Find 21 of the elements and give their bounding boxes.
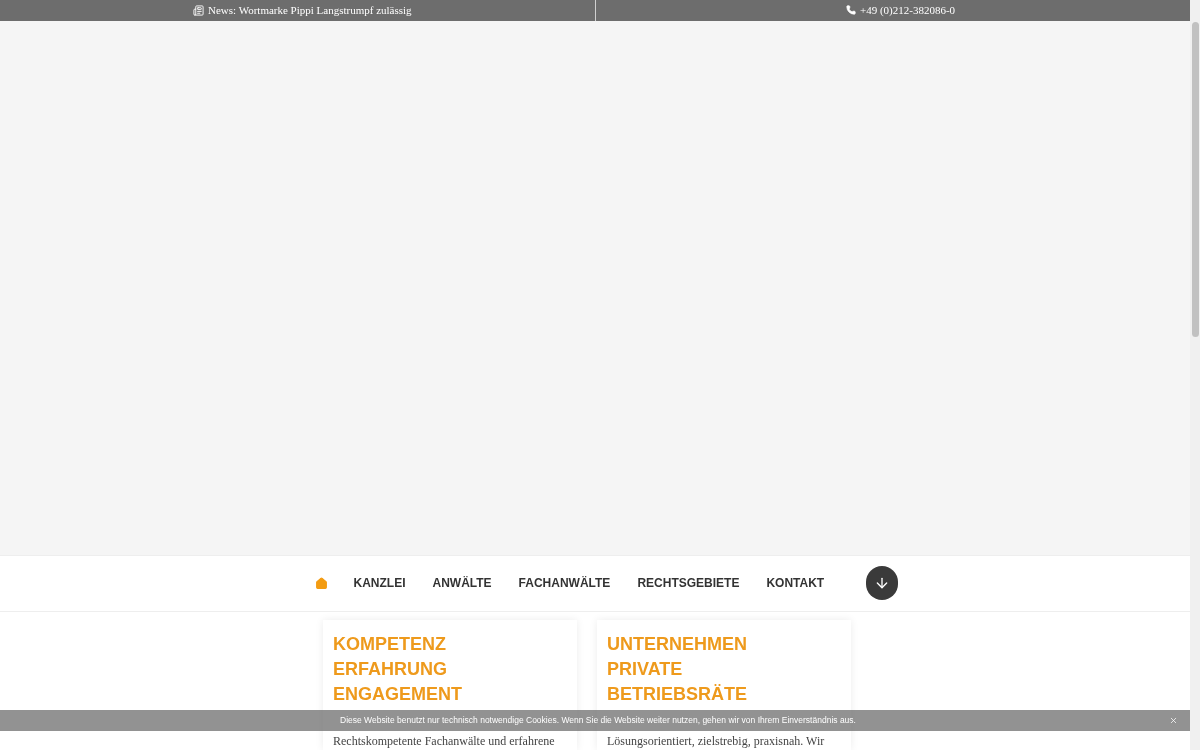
card-heading: ERFAHRUNG [333,658,448,681]
card-heading: ENGAGEMENT [333,683,463,706]
home-icon [315,576,328,590]
cookie-notice: Diese Website benutzt nur technisch notwendige Cookies. Wenn Sie die Website weiter nutzen, gehen wir von Ihrem Einverständnis aus. [340,714,856,727]
card-heading: PRIVATE [607,658,684,681]
nav-link[interactable]: KANZLEI [340,574,419,593]
news-icon [193,4,204,16]
card-text: Lösungsorientiert, zielstrebig, praxisnah. Wir [607,734,826,748]
close-icon[interactable] [1169,716,1178,725]
scroll-down-button[interactable] [866,566,898,601]
card-heading: UNTERNEHMEN [607,633,748,656]
card-heading: BETRIEBSRÄTE [607,683,748,706]
nav-link[interactable]: ANWÄLTE [419,574,506,593]
news-link[interactable]: News: Wortmarke Pippi Langstrumpf zulässig [208,2,412,19]
card-text: Rechtskompetente Fachanwälte und erfahrene [333,734,556,748]
phone-icon [846,5,856,16]
nav-link[interactable]: KONTAKT [752,574,838,593]
card-heading: KOMPETENZ [333,633,447,656]
nav-link[interactable]: RECHTSGEBIETE [623,574,753,593]
nav-link[interactable]: FACHANWÄLTE [505,574,624,593]
phone-number[interactable]: +49 (0)212-382086-0 [860,2,956,19]
